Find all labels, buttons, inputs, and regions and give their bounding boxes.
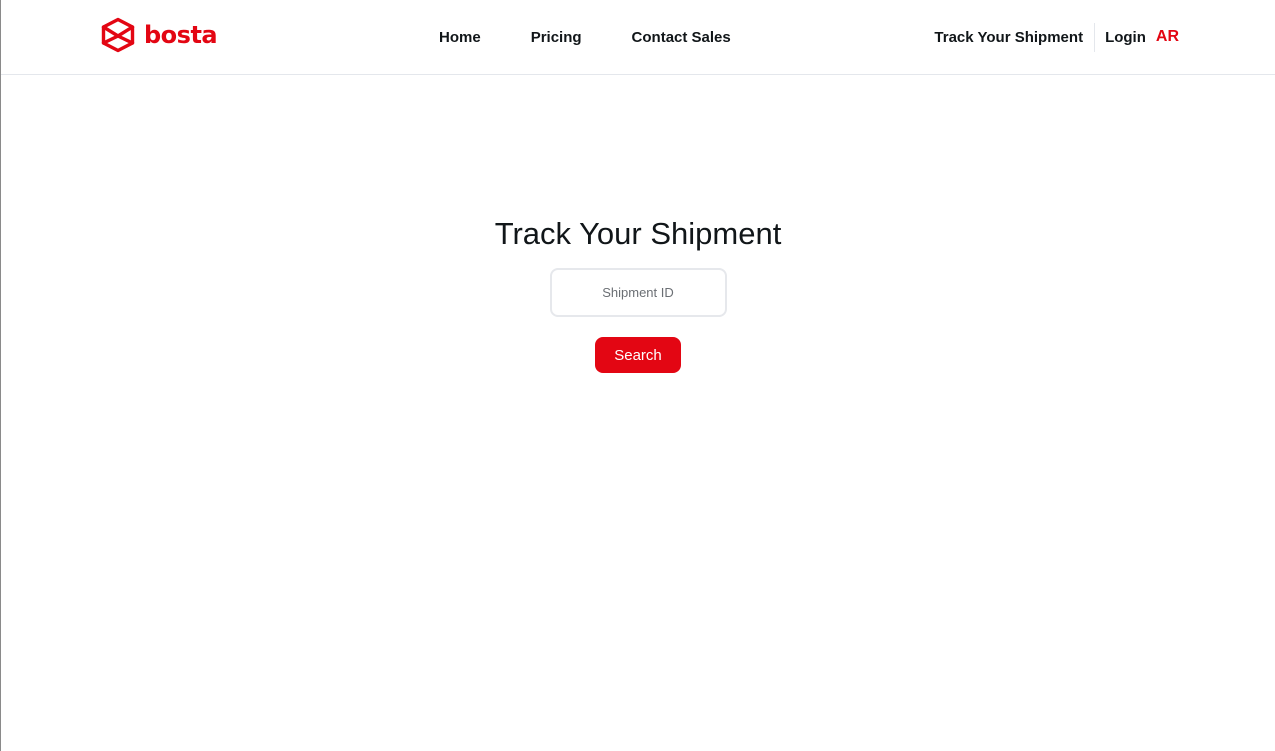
- nav-home[interactable]: Home: [439, 29, 481, 46]
- bosta-box-icon: [101, 17, 135, 53]
- search-button[interactable]: Search: [595, 337, 681, 373]
- login-link[interactable]: Login: [1105, 29, 1146, 46]
- page-title: Track Your Shipment: [494, 216, 782, 251]
- nav-pricing[interactable]: Pricing: [531, 29, 582, 46]
- track-shipment-link[interactable]: Track Your Shipment: [934, 29, 1083, 46]
- header-actions: Track Your Shipment Login AR: [934, 0, 1179, 74]
- main-nav: Home Pricing Contact Sales: [439, 0, 731, 74]
- brand-name: bosta: [144, 21, 218, 49]
- header-divider: [1094, 22, 1096, 52]
- shipment-id-input[interactable]: [549, 268, 727, 317]
- track-section: Track Your Shipment Search: [1, 75, 1275, 373]
- nav-contact-sales[interactable]: Contact Sales: [632, 29, 731, 46]
- language-switch[interactable]: AR: [1156, 28, 1179, 46]
- page: bosta Home Pricing Contact Sales Track Y…: [0, 0, 1275, 751]
- bosta-logo[interactable]: bosta: [100, 17, 218, 53]
- top-header: bosta Home Pricing Contact Sales Track Y…: [1, 0, 1275, 75]
